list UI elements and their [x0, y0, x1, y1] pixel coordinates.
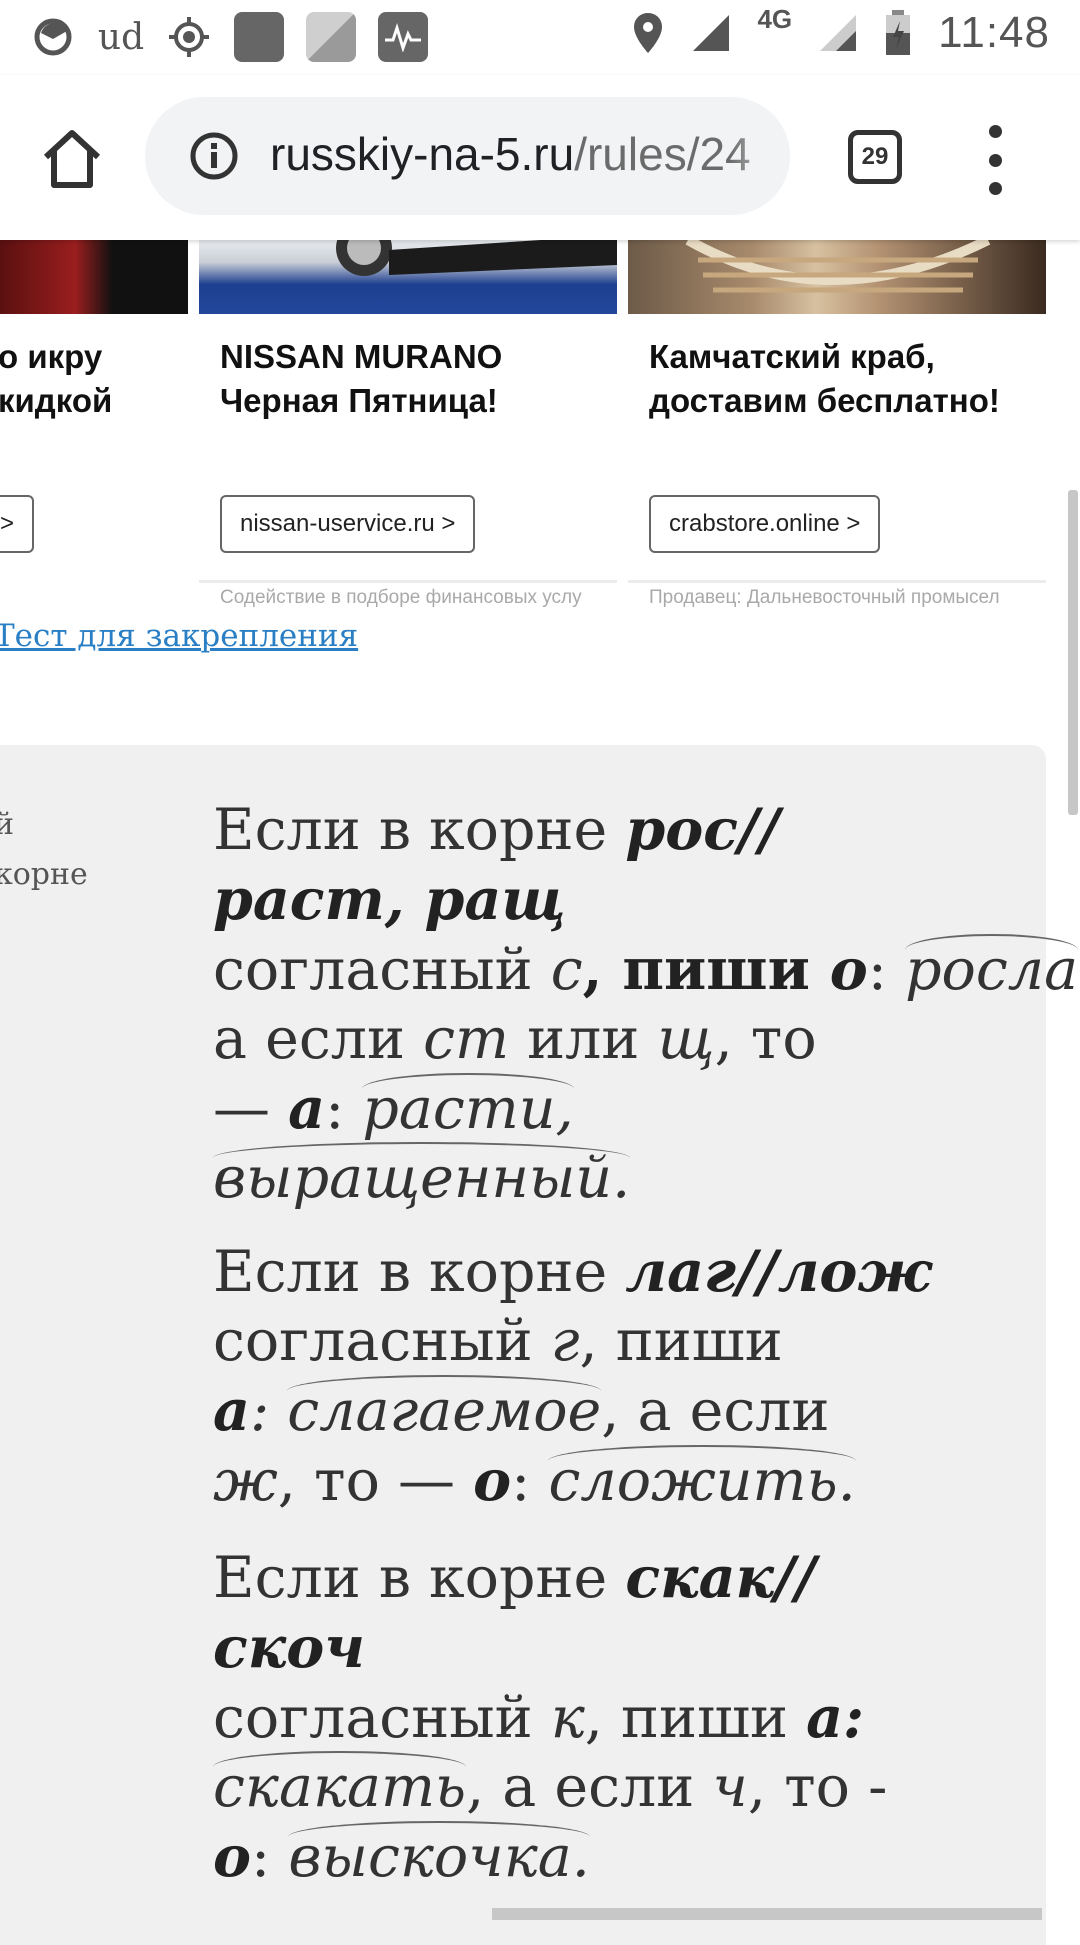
test-link[interactable]: Тест для закрепления: [0, 618, 358, 654]
side-text: й корне: [0, 807, 88, 892]
notification-icons: ud: [30, 12, 428, 62]
tab-switcher-button[interactable]: 29: [848, 130, 902, 184]
example-word: скакать: [213, 1751, 467, 1820]
ad-title[interactable]: Камчатский краб, доставим бесплатно!: [649, 335, 1000, 423]
system-icons: 4G 11:48: [631, 3, 1050, 58]
divider: [199, 580, 617, 583]
ad-link-button[interactable]: crabstore.online >: [649, 495, 881, 553]
ad-image[interactable]: [628, 240, 1046, 314]
example-word: выращенный.: [213, 1142, 631, 1211]
ad-title[interactable]: NISSAN MURANO Черная Пятница!: [220, 335, 502, 423]
example-word: росла: [905, 934, 1079, 1003]
ad-image[interactable]: [199, 240, 617, 314]
gallery-icon: [306, 12, 356, 62]
home-icon: [43, 130, 101, 188]
divider: [628, 580, 1046, 583]
moon-icon: [30, 14, 76, 60]
browser-toolbar: russkiy-na-5.ru/rules/24 29: [0, 75, 1080, 240]
signal-weak-icon: [820, 15, 857, 51]
status-bar: ud 4G 11:48: [0, 0, 1080, 75]
signal-full-icon: [693, 15, 730, 51]
app-icon: [234, 12, 284, 62]
ad-title[interactable]: о икру кидкой: [0, 335, 112, 423]
example-word: выскочка.: [288, 1821, 591, 1890]
example-word: слагаемое: [287, 1375, 602, 1444]
vertical-scrollbar[interactable]: [1068, 490, 1078, 815]
info-icon[interactable]: [189, 131, 239, 181]
location-pin-icon: [634, 13, 663, 53]
rule-ros-rast: Если в корне рос// раст, ращ согласный с…: [213, 796, 1079, 1211]
horizontal-scrollbar[interactable]: [492, 1908, 1042, 1920]
activity-icon: [378, 12, 428, 62]
ad-image[interactable]: [0, 240, 188, 314]
ad-link-button[interactable]: nissan-uservice.ru >: [220, 495, 476, 553]
ad-link-button[interactable]: >: [0, 495, 35, 553]
rule-skak-skoch: Если в корне скак// скоч согласный к, пи…: [213, 1544, 888, 1890]
location-target-icon: [166, 14, 212, 60]
clock: 11:48: [938, 8, 1050, 57]
network-type: 4G: [757, 3, 793, 34]
ud-icon: ud: [97, 16, 145, 58]
example-word: сложить.: [548, 1445, 856, 1514]
battery-charging-icon: [886, 10, 911, 55]
example-word: расти,: [362, 1073, 574, 1142]
address-bar[interactable]: russkiy-na-5.ru/rules/24: [145, 97, 790, 215]
ad-disclaimer: Продавец: Дальневосточный промысел: [649, 587, 1000, 608]
home-button[interactable]: [38, 125, 106, 193]
ad-disclaimer: Содействие в подборе финансовых услу: [220, 587, 582, 608]
more-menu-button[interactable]: [980, 125, 1010, 195]
url-text[interactable]: russkiy-na-5.ru/rules/24: [270, 127, 751, 181]
rule-lag-lozh: Если в корне лаг//лож согласный г, пиши …: [213, 1238, 932, 1514]
